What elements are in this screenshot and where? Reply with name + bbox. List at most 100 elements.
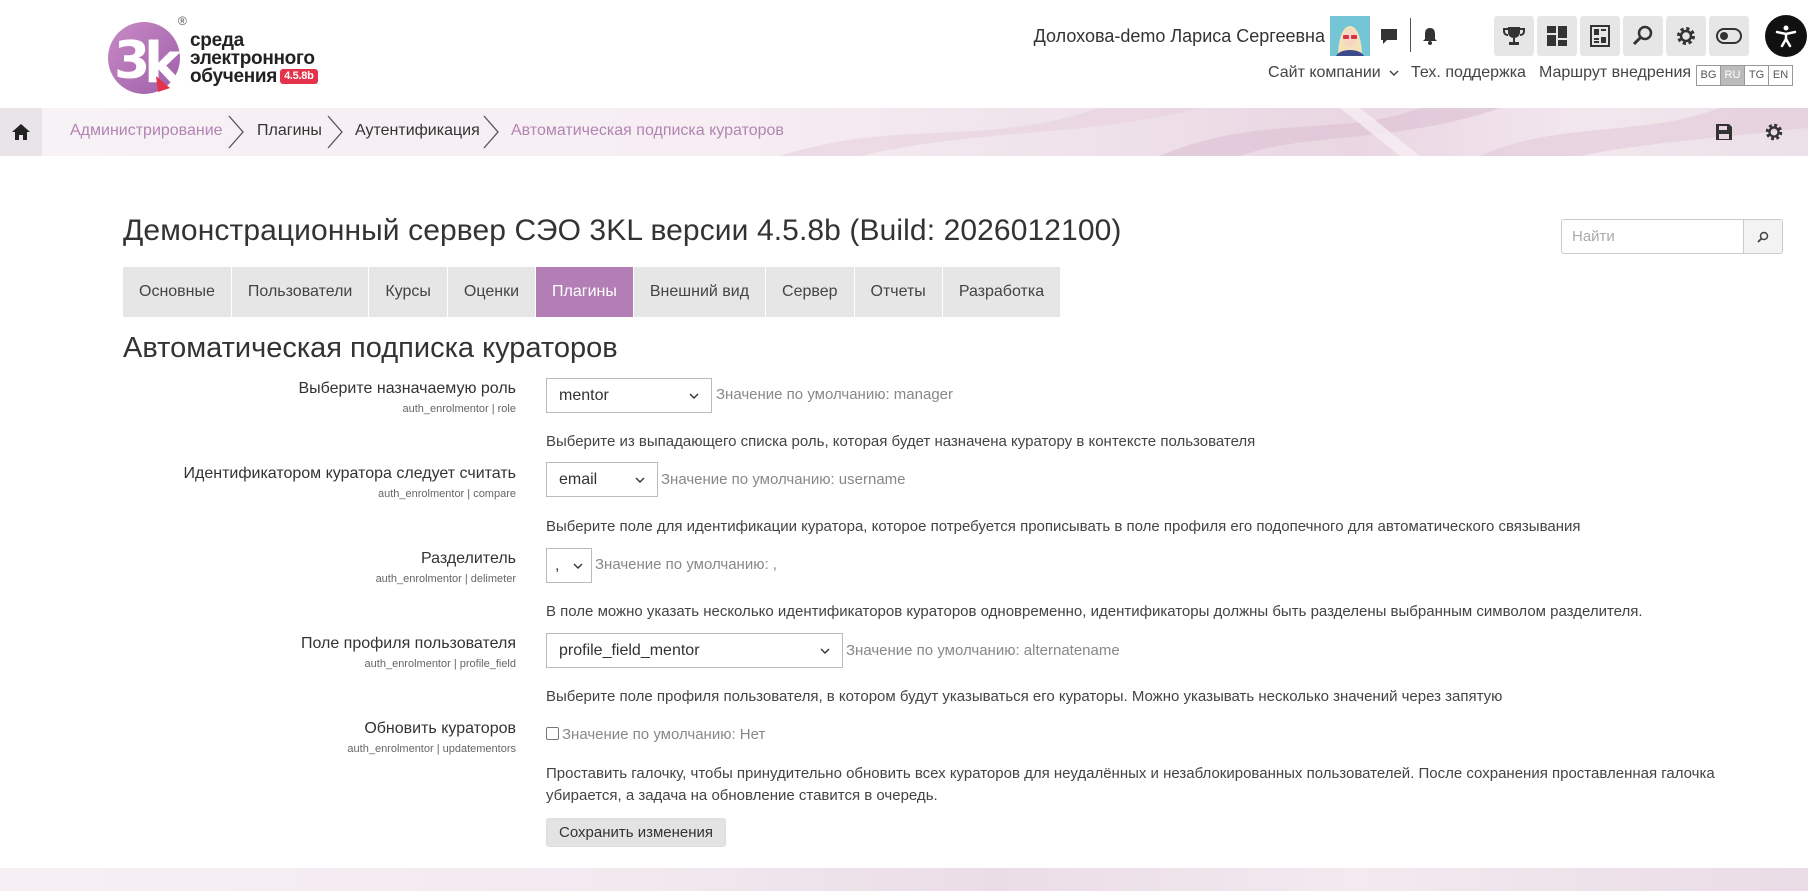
company-site-label: Сайт компании — [1268, 64, 1381, 81]
decorative-waves — [780, 108, 1808, 156]
setting-key: auth_enrolmentor | delimeter — [375, 573, 516, 585]
lang-ru[interactable]: RU — [1720, 65, 1745, 86]
setting-compare-label: Идентификатором куратора следует считать… — [184, 465, 517, 500]
trophy-button[interactable] — [1494, 16, 1534, 56]
setting-label: Выберите назначаемую роль — [298, 380, 516, 397]
setting-description: Выберите поле для идентификации куратора… — [546, 518, 1581, 535]
setting-description: Выберите поле профиля пользователя, в ко… — [546, 688, 1503, 705]
update-mentors-checkbox[interactable] — [546, 727, 559, 740]
gear-icon — [1677, 27, 1695, 45]
save-changes-button[interactable]: Сохранить изменения — [546, 818, 727, 847]
catalog-button[interactable] — [1580, 16, 1620, 56]
breadcrumb-administration[interactable]: Администрирование — [70, 122, 223, 140]
catalog-icon — [1590, 25, 1610, 47]
search-icon — [1757, 231, 1769, 243]
user-name[interactable]: Долохова-demo Лариса Сергеевна — [1034, 26, 1325, 47]
gear-icon[interactable] — [1762, 120, 1786, 144]
tab-appearance[interactable]: Внешний вид — [633, 267, 767, 317]
lang-bg[interactable]: BG — [1696, 65, 1721, 86]
select-value: mentor — [559, 387, 609, 404]
avatar[interactable] — [1330, 16, 1370, 56]
section-title: Автоматическая подписка кураторов — [123, 332, 618, 364]
default-value: Значение по умолчанию: , — [595, 556, 777, 573]
footer-band — [0, 868, 1808, 891]
logo-line-3: обучения 4.5.8b — [190, 66, 318, 87]
delimiter-select[interactable]: , — [546, 548, 592, 583]
setting-key: auth_enrolmentor | role — [402, 403, 516, 415]
lang-tg[interactable]: TG — [1744, 65, 1769, 86]
chat-icon[interactable] — [1375, 22, 1403, 50]
setting-label: Разделитель — [420, 550, 516, 567]
tab-plugins[interactable]: Плагины — [536, 267, 634, 317]
company-site-link[interactable]: Сайт компании — [1268, 64, 1399, 82]
select-value: profile_field_mentor — [559, 642, 700, 659]
breadcrumb-plugins[interactable]: Плагины — [257, 122, 322, 140]
default-value: Значение по умолчанию: manager — [716, 386, 954, 403]
profile-field-select[interactable]: profile_field_mentor — [546, 633, 843, 668]
breadcrumb-current: Автоматическая подписка кураторов — [511, 122, 784, 139]
setting-key: auth_enrolmentor | profile_field — [364, 658, 516, 670]
default-value: Значение по умолчанию: alternatename — [846, 642, 1120, 659]
tab-general[interactable]: Основные — [123, 267, 232, 317]
breadcrumb-authentication[interactable]: Аутентификация — [355, 122, 480, 140]
header-separator — [1410, 18, 1411, 52]
setting-label: Идентификатором куратора следует считать — [183, 465, 517, 482]
setting-role-label: Выберите назначаемую роль auth_enrolment… — [298, 380, 516, 415]
search-input[interactable] — [1561, 219, 1743, 254]
default-value: Значение по умолчанию: Нет — [562, 726, 766, 743]
admin-search — [1561, 219, 1783, 254]
trophy-icon — [1503, 27, 1525, 45]
lang-en[interactable]: EN — [1768, 65, 1793, 86]
dashboard-button[interactable] — [1537, 16, 1577, 56]
tab-grades[interactable]: Оценки — [447, 267, 537, 317]
search-button[interactable] — [1623, 16, 1663, 56]
tab-development[interactable]: Разработка — [942, 267, 1062, 317]
setting-description: Выберите из выпадающего списка роль, кот… — [546, 433, 1256, 450]
setting-profile-field-label: Поле профиля пользователя auth_enrolment… — [301, 635, 516, 670]
select-value: email — [559, 471, 598, 488]
toggle-icon — [1716, 28, 1742, 44]
logo[interactable]: 3 k ® среда электронного обучения 4.5.8b — [106, 14, 336, 96]
settings-button[interactable] — [1666, 16, 1706, 56]
setting-description-line-1: Проставить галочку, чтобы принудительно … — [546, 765, 1715, 782]
logo-line-3-text: обучения — [190, 66, 278, 87]
setting-key: auth_enrolmentor | compare — [378, 488, 516, 500]
breadcrumb-separator-icon — [483, 115, 499, 149]
theme-toggle-button[interactable] — [1709, 16, 1749, 56]
registered-mark: ® — [178, 14, 187, 28]
route-link[interactable]: Маршрут внедрения — [1539, 64, 1691, 82]
page-title: Демонстрационный сервер СЭО 3KL версии 4… — [123, 214, 1122, 247]
tab-courses[interactable]: Курсы — [369, 267, 448, 317]
setting-label: Поле профиля пользователя — [300, 635, 516, 652]
language-switcher: BG RU TG EN — [1696, 65, 1793, 86]
tab-reports[interactable]: Отчеты — [854, 267, 943, 317]
tab-server[interactable]: Сервер — [766, 267, 855, 317]
logo-text: среда электронного обучения 4.5.8b — [190, 31, 318, 87]
chevron-down-icon — [689, 393, 699, 399]
home-icon — [12, 124, 30, 140]
admin-tabs: Основные Пользователи Курсы Оценки Плаги… — [123, 267, 1062, 317]
home-link[interactable] — [0, 108, 42, 156]
bell-icon[interactable] — [1416, 22, 1444, 50]
role-select[interactable]: mentor — [546, 378, 712, 413]
setting-label: Обновить кураторов — [364, 720, 516, 737]
setting-key: auth_enrolmentor | updatementors — [347, 743, 516, 755]
accessibility-icon — [1775, 25, 1797, 48]
setting-description: В поле можно указать несколько идентифик… — [546, 603, 1643, 620]
select-value: , — [555, 557, 560, 574]
search-submit-button[interactable] — [1743, 219, 1783, 254]
search-icon — [1632, 25, 1653, 46]
logo-mark-icon: 3 k — [108, 22, 183, 96]
default-value: Значение по умолчанию: username — [661, 471, 906, 488]
breadcrumb-bar: Администрирование Плагины Аутентификация… — [0, 108, 1808, 156]
site-header: 3 k ® среда электронного обучения 4.5.8b … — [0, 0, 1808, 108]
compare-select[interactable]: email — [546, 462, 658, 497]
tab-users[interactable]: Пользователи — [231, 267, 370, 317]
support-link[interactable]: Тех. поддержка — [1411, 64, 1526, 82]
setting-update-label: Обновить кураторов auth_enrolmentor | up… — [347, 720, 516, 755]
accessibility-button[interactable] — [1765, 15, 1807, 57]
chevron-down-icon — [573, 563, 583, 569]
save-icon[interactable] — [1712, 120, 1736, 144]
setting-description-line-2: убирается, а задача на обновление ставит… — [546, 787, 938, 804]
chevron-down-icon — [1389, 70, 1399, 77]
